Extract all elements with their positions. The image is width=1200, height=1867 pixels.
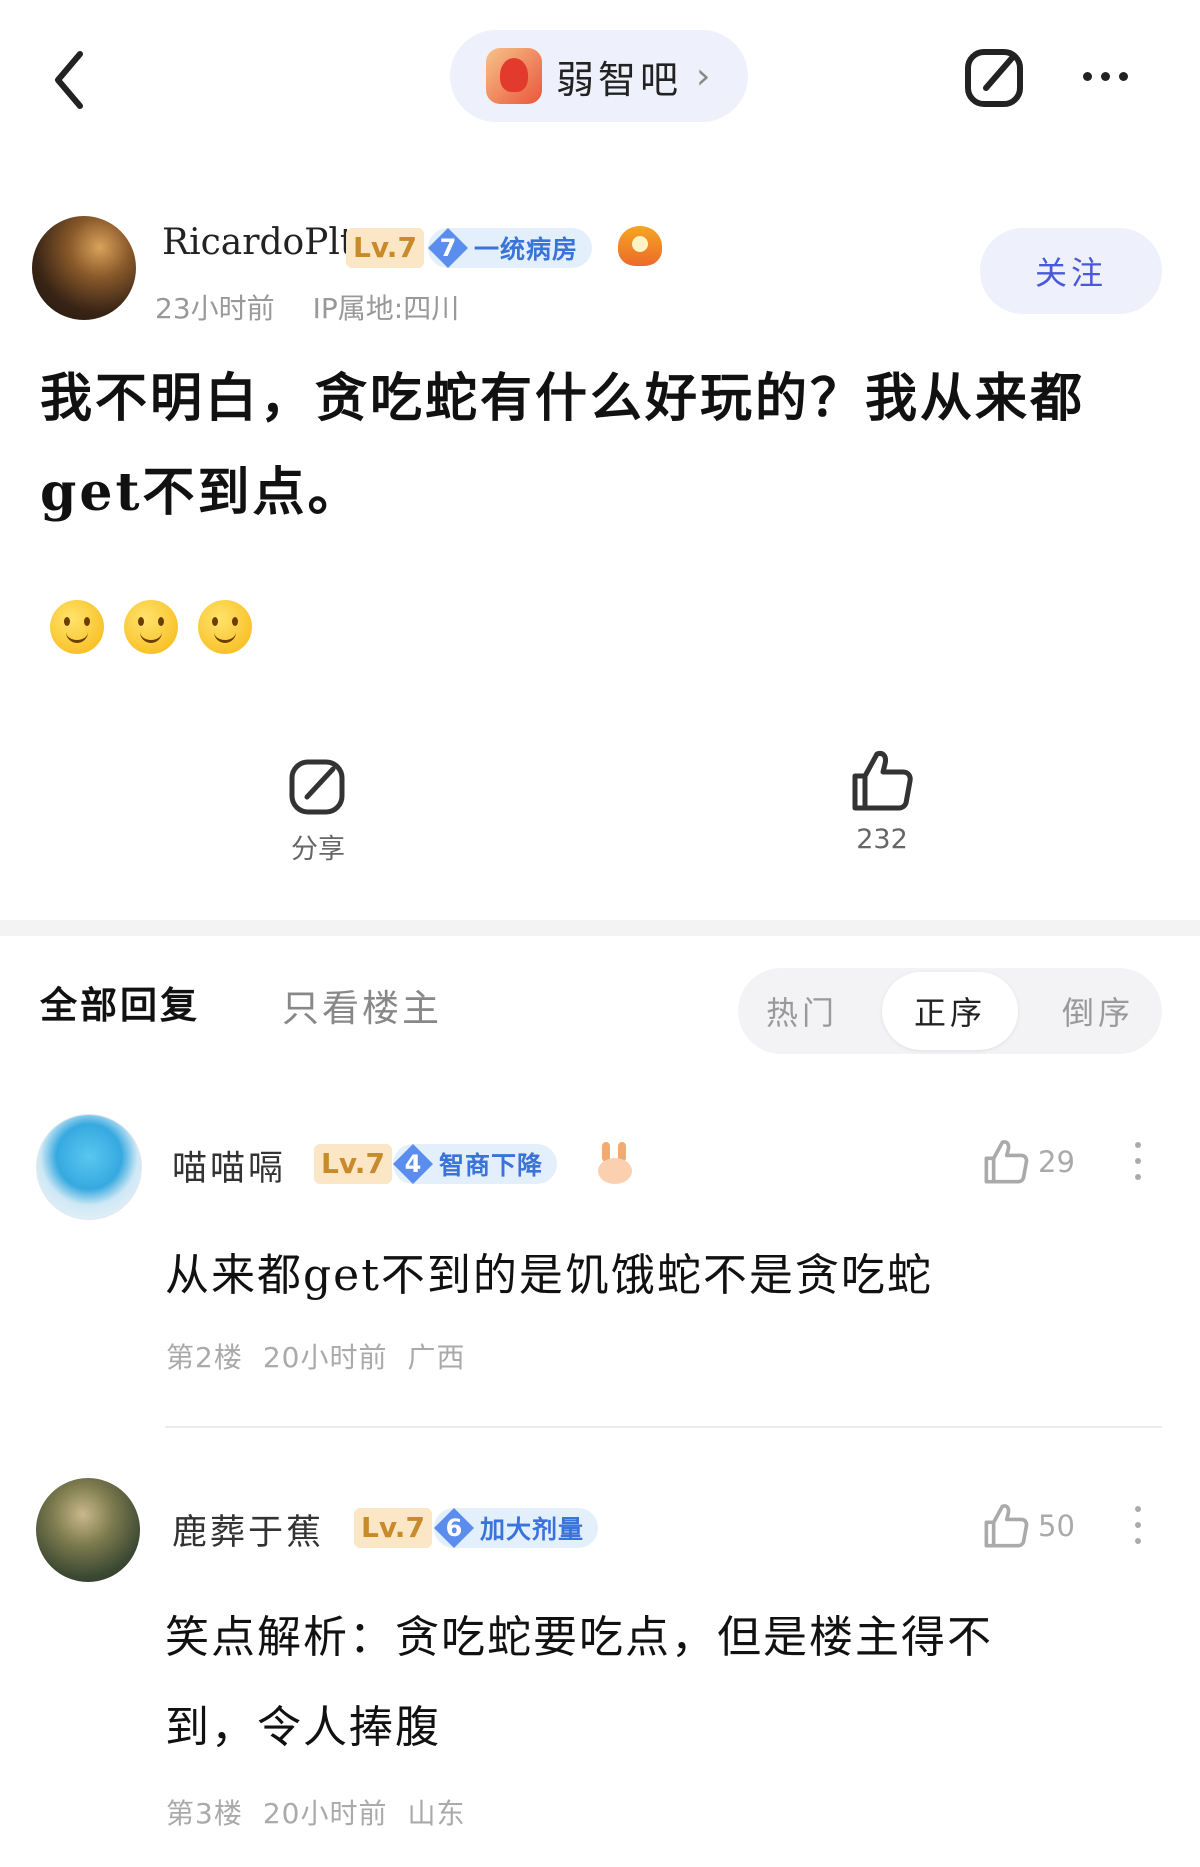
more-dot bbox=[1135, 1142, 1141, 1148]
thumbs-up-icon bbox=[852, 751, 913, 811]
forum-link[interactable]: 弱智吧 › bbox=[450, 30, 748, 122]
badge-text: 加大剂量 bbox=[480, 1515, 585, 1544]
tab-all-replies[interactable]: 全部回复 bbox=[40, 975, 200, 1029]
comment-more-button[interactable] bbox=[1128, 1506, 1148, 1544]
more-dot bbox=[1135, 1174, 1141, 1180]
like-count: 232 bbox=[856, 824, 908, 855]
op-avatar[interactable] bbox=[32, 216, 136, 320]
edit-icon bbox=[965, 49, 1023, 107]
sort-hot[interactable]: 热门 bbox=[766, 988, 838, 1034]
comment-time: 20小时前 bbox=[262, 1341, 388, 1374]
share-button[interactable]: 分享 bbox=[268, 755, 368, 875]
emoji-row bbox=[50, 600, 252, 654]
back-chevron-icon bbox=[55, 51, 83, 109]
comment-text: 从来都get不到的是饥饿蛇不是贪吃蛇 bbox=[165, 1250, 933, 1301]
comment-username[interactable]: 喵喵嗝 bbox=[172, 1140, 286, 1191]
edit-button[interactable] bbox=[960, 42, 1030, 112]
comment-level-badge: Lv.7 bbox=[314, 1144, 392, 1184]
comment-floor: 第3楼 bbox=[166, 1797, 243, 1830]
more-dot bbox=[1135, 1538, 1141, 1544]
comment-location: 山东 bbox=[407, 1797, 466, 1830]
op-level-badge: Lv.7 bbox=[346, 228, 424, 268]
comment-avatar[interactable] bbox=[36, 1114, 142, 1220]
comment-location: 广西 bbox=[407, 1341, 466, 1374]
back-button[interactable] bbox=[40, 40, 100, 120]
ip-location: IP属地:四川 bbox=[312, 292, 460, 325]
comment-like-count: 50 bbox=[1038, 1509, 1075, 1543]
smiley-icon bbox=[198, 600, 252, 654]
post-title: 我不明白，贪吃蛇有什么好玩的？我从来都get不到点。 bbox=[40, 368, 1086, 523]
tab-op-only[interactable]: 只看楼主 bbox=[282, 978, 442, 1032]
thumbs-up-icon bbox=[984, 1140, 1029, 1184]
smiley-icon bbox=[50, 600, 104, 654]
comment-like-button[interactable]: 29 bbox=[982, 1138, 1075, 1186]
more-dot bbox=[1135, 1158, 1141, 1164]
sort-asc[interactable]: 正序 bbox=[882, 972, 1018, 1050]
comment-text-line-1: 笑点解析：贪吃蛇要吃点，但是楼主得不 bbox=[165, 1612, 993, 1663]
more-dot bbox=[1118, 71, 1128, 81]
more-dot bbox=[1082, 71, 1092, 81]
comment-username[interactable]: 鹿葬于蕉 bbox=[172, 1504, 324, 1555]
rabbit-icon bbox=[596, 1142, 636, 1186]
comment-like-button[interactable]: 50 bbox=[982, 1502, 1075, 1550]
badge-level-icon: 4 bbox=[393, 1144, 433, 1184]
comment-level-badge: Lv.7 bbox=[354, 1508, 432, 1548]
like-button[interactable]: 232 bbox=[832, 748, 932, 868]
more-dot bbox=[1100, 71, 1110, 81]
op-username[interactable]: RicardoPlt bbox=[162, 222, 354, 263]
comment-floor: 第2楼 bbox=[166, 1341, 243, 1374]
follow-button[interactable]: 关注 bbox=[980, 228, 1162, 314]
comment-avatar[interactable] bbox=[36, 1478, 140, 1582]
comment-like-count: 29 bbox=[1038, 1145, 1075, 1179]
post-time: 23小时前 bbox=[155, 292, 275, 325]
more-dot bbox=[1135, 1506, 1141, 1512]
share-icon bbox=[289, 759, 345, 815]
forum-name: 弱智吧 bbox=[556, 57, 683, 102]
comment-meta: 第3楼 20小时前 山东 bbox=[166, 1792, 465, 1832]
badge-text: 智商下降 bbox=[439, 1151, 544, 1180]
comment-title-badge: 6 加大剂量 bbox=[434, 1508, 599, 1548]
comment-more-button[interactable] bbox=[1128, 1142, 1148, 1180]
section-divider bbox=[0, 920, 1200, 936]
smiley-icon bbox=[124, 600, 178, 654]
badge-text: 一统病房 bbox=[474, 235, 579, 264]
op-meta: 23小时前 IP属地:四川 bbox=[155, 287, 459, 327]
sort-desc[interactable]: 倒序 bbox=[1062, 988, 1134, 1034]
comment-title-badge: 4 智商下降 bbox=[393, 1144, 558, 1184]
comment-text-line-2: 到，令人捧腹 bbox=[165, 1702, 441, 1753]
op-title-badge: 7 一统病房 bbox=[428, 228, 593, 268]
comment-meta: 第2楼 20小时前 广西 bbox=[166, 1336, 465, 1376]
thumbs-up-icon bbox=[984, 1504, 1029, 1548]
more-dot bbox=[1135, 1522, 1141, 1528]
comment-time: 20小时前 bbox=[262, 1797, 388, 1830]
badge-level-icon: 6 bbox=[434, 1508, 474, 1548]
share-label: 分享 bbox=[291, 834, 345, 865]
comment-divider bbox=[165, 1426, 1162, 1428]
forum-avatar-icon bbox=[486, 48, 542, 104]
emblem-icon bbox=[618, 226, 662, 266]
badge-level-icon: 7 bbox=[428, 228, 468, 268]
more-button[interactable] bbox=[1070, 56, 1140, 96]
chevron-right-icon: › bbox=[696, 55, 711, 97]
